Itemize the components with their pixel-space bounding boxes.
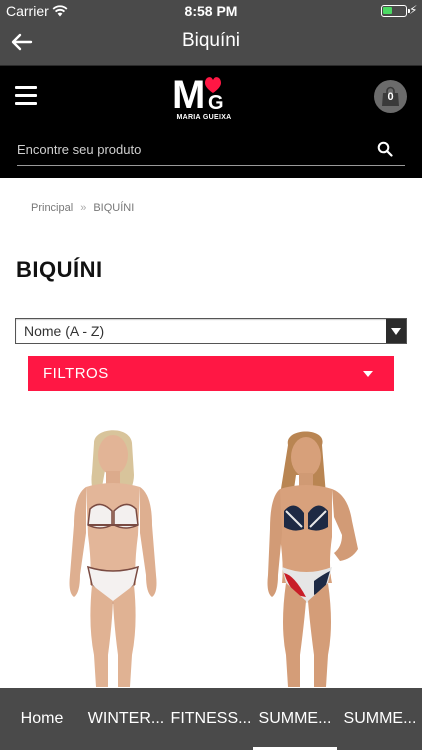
clock: 8:58 PM bbox=[184, 3, 238, 19]
page-title: BIQUÍNI bbox=[16, 257, 103, 282]
tab-summer-2[interactable]: SUMME... bbox=[338, 688, 422, 750]
filters-label: FILTROS bbox=[43, 365, 109, 382]
search-underline bbox=[17, 165, 405, 166]
filters-button[interactable]: FILTROS bbox=[28, 356, 394, 391]
menu-icon[interactable] bbox=[15, 86, 37, 105]
bottom-tab-bar: Home WINTER... FITNESS... SUMME... SUMME… bbox=[0, 688, 422, 750]
sort-select[interactable]: Nome (A - Z) bbox=[15, 318, 407, 344]
tab-home[interactable]: Home bbox=[0, 688, 84, 750]
sort-selected-value: Nome (A - Z) bbox=[24, 323, 105, 339]
nav-title: Biquíni bbox=[181, 30, 241, 51]
charging-bolt-icon: ⚡ bbox=[409, 3, 418, 17]
search-input[interactable] bbox=[17, 137, 372, 162]
logo-caption: MARIA GUEIXA bbox=[176, 114, 232, 121]
search-icon[interactable] bbox=[377, 141, 393, 157]
product-card[interactable] bbox=[30, 425, 200, 690]
product-image bbox=[267, 431, 358, 687]
logo-mark: M G bbox=[172, 73, 224, 117]
store-header: M G MARIA GUEIXA 0 bbox=[0, 65, 422, 127]
caret-down-icon bbox=[363, 371, 373, 377]
chevron-down-icon bbox=[386, 319, 406, 343]
battery-icon bbox=[381, 5, 410, 17]
tab-winter[interactable]: WINTER... bbox=[84, 688, 168, 750]
search-bar bbox=[0, 127, 422, 178]
breadcrumb-separator: » bbox=[80, 202, 87, 214]
svg-text:M: M bbox=[172, 73, 205, 114]
breadcrumb-home-link[interactable]: Principal bbox=[31, 202, 73, 214]
breadcrumb-current: BIQUÍNI bbox=[93, 202, 135, 214]
tab-summer-1[interactable]: SUMME... bbox=[253, 688, 337, 750]
breadcrumb: Principal » BIQUÍNI bbox=[31, 202, 134, 214]
cart-count-badge: 0 bbox=[387, 91, 394, 103]
navigation-bar: Biquíni bbox=[0, 22, 422, 65]
product-image bbox=[69, 430, 157, 687]
store-logo[interactable]: M G MARIA GUEIXA bbox=[171, 72, 237, 124]
cart-button[interactable]: 0 bbox=[374, 80, 407, 113]
tab-fitness[interactable]: FITNESS... bbox=[169, 688, 253, 750]
svg-text:G: G bbox=[208, 92, 224, 114]
status-bar: Carrier 8:58 PM ⚡ bbox=[0, 0, 422, 22]
product-card[interactable] bbox=[224, 425, 394, 690]
